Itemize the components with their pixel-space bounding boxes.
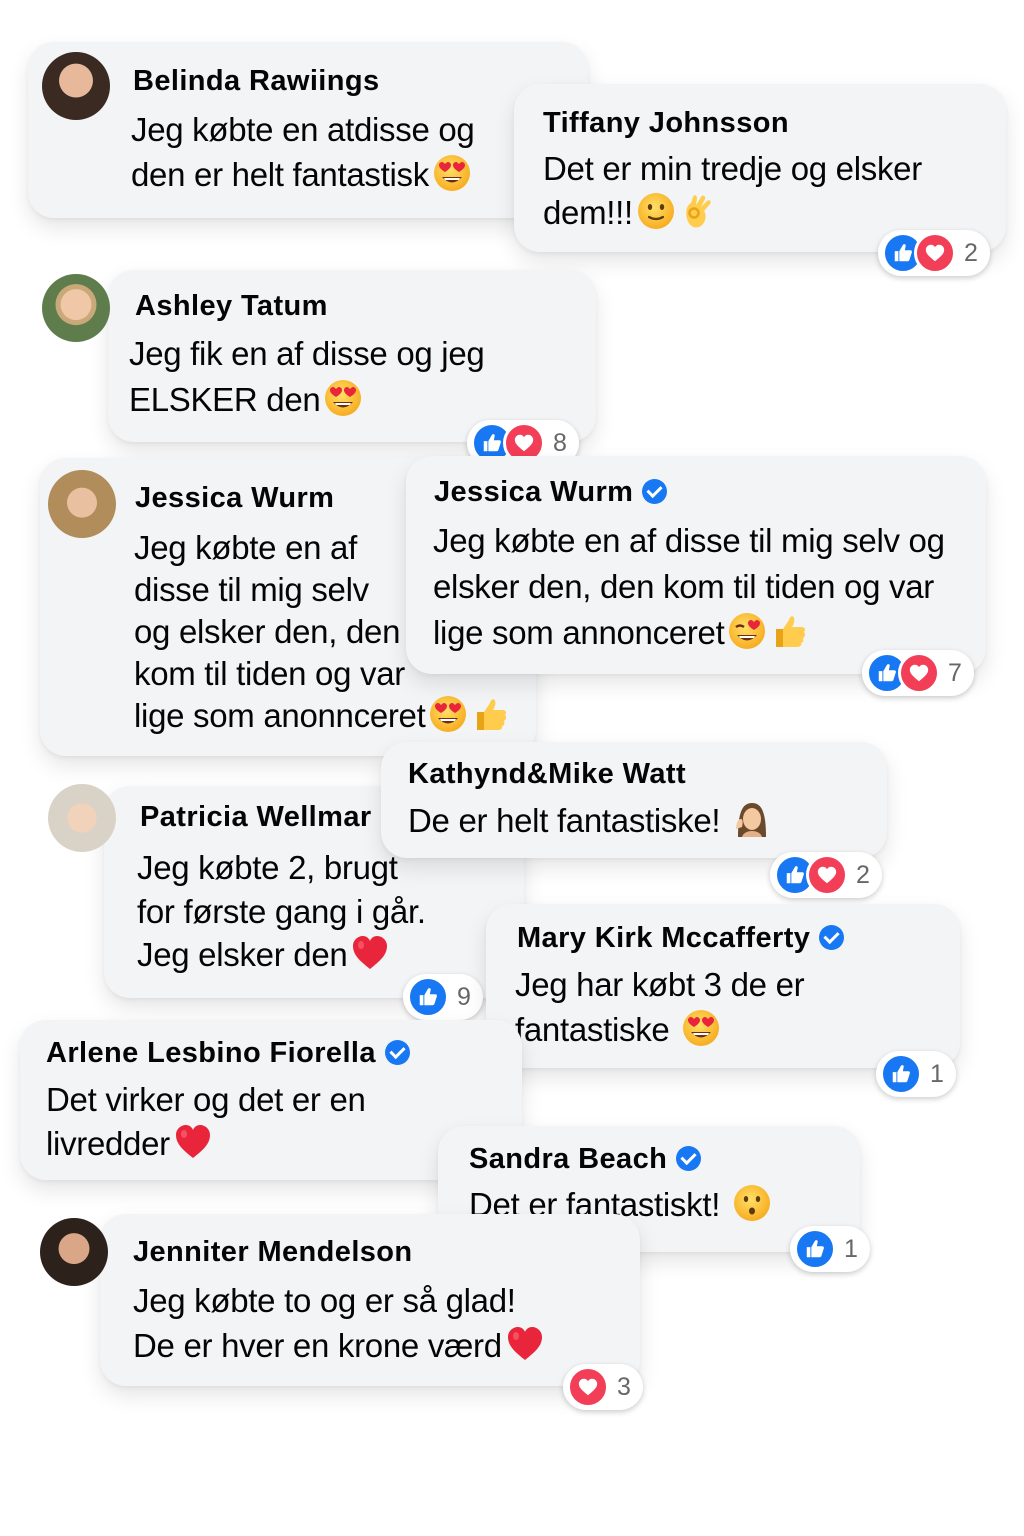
- comment-text-line: Jeg har købt 3 de er: [515, 966, 805, 1003]
- comment-text-line: fantastiske: [515, 1007, 721, 1052]
- comment-text-line: Jeg fik en af disse og jeg: [129, 335, 485, 372]
- reaction-count: 7: [948, 658, 962, 687]
- avatar-jessica[interactable]: [48, 470, 116, 538]
- reaction-count: 1: [844, 1234, 858, 1263]
- winking-heart-eyes-emoji-icon: [727, 611, 767, 651]
- comment-text-line: livredder: [46, 1121, 213, 1166]
- verified-badge-icon: [642, 479, 668, 504]
- red-heart-emoji-icon: [173, 1122, 213, 1162]
- comment-text-line: lige som anonnceret: [134, 693, 511, 738]
- woman-raising-hand-emoji-icon: [732, 799, 772, 839]
- red-heart-emoji-icon: [505, 1324, 545, 1364]
- commenter-name[interactable]: Belinda Rawiings: [133, 64, 380, 98]
- comment-text-line: Jeg købte 2, brugt: [137, 849, 398, 886]
- commenter-name[interactable]: Jessica Wurm: [135, 481, 334, 515]
- reaction-count: 3: [617, 1372, 631, 1401]
- reaction-summary[interactable]: 2: [770, 852, 882, 898]
- comment-text-line: disse til mig selv: [134, 571, 369, 608]
- commenter-name[interactable]: Arlene Lesbino Fiorella: [46, 1036, 410, 1070]
- reaction-summary[interactable]: 7: [862, 650, 974, 696]
- comment-text-line: De er helt fantastiske!: [408, 798, 772, 843]
- comment-text-line: dem!!!: [543, 190, 719, 235]
- red-heart-emoji-icon: [350, 933, 390, 973]
- reaction-summary[interactable]: 1: [876, 1051, 956, 1097]
- reaction-summary[interactable]: 3: [563, 1364, 643, 1410]
- heart-eyes-emoji-icon: [323, 378, 363, 418]
- smiling-face-emoji-icon: [636, 191, 676, 231]
- commenter-name[interactable]: Sandra Beach: [469, 1142, 702, 1176]
- reaction-summary[interactable]: 1: [790, 1226, 870, 1272]
- comment-text-line: Jeg købte to og er så glad!: [133, 1282, 516, 1319]
- thumbs-up-emoji-icon: [471, 694, 511, 734]
- commenter-name[interactable]: Ashley Tatum: [135, 289, 328, 323]
- commenter-name[interactable]: Jessica Wurm: [434, 475, 668, 509]
- comment-text-line: lige som annonceret: [433, 610, 810, 655]
- comment-text-line: Det virker og det er en: [46, 1081, 366, 1118]
- reaction-count: 9: [457, 982, 471, 1011]
- comment-text-line: Jeg elsker den: [137, 932, 390, 977]
- love-reaction-icon: [806, 854, 848, 896]
- like-reaction-icon: [880, 1053, 922, 1095]
- avatar-jenniter[interactable]: [40, 1218, 108, 1286]
- like-reaction-icon: [794, 1228, 836, 1270]
- reaction-count: 2: [856, 860, 870, 889]
- avatar-ashley[interactable]: [42, 274, 110, 342]
- reaction-count: 2: [964, 238, 978, 267]
- verified-badge-icon: [676, 1146, 702, 1171]
- comment-text-line: Jeg købte en af: [134, 529, 357, 566]
- verified-badge-icon: [384, 1040, 410, 1065]
- comment-text-line: elsker den, den kom til tiden og var: [433, 568, 934, 605]
- heart-eyes-emoji-icon: [428, 694, 468, 734]
- like-reaction-icon: [407, 976, 449, 1018]
- love-reaction-icon: [898, 652, 940, 694]
- commenter-name[interactable]: Kathynd&Mike Watt: [408, 757, 686, 791]
- reaction-count: 1: [930, 1059, 944, 1088]
- avatar-patricia[interactable]: [48, 784, 116, 852]
- commenter-name[interactable]: Tiffany Johnsson: [543, 106, 789, 140]
- comment-text-line: kom til tiden og var: [134, 655, 405, 692]
- comment-text-line: Jeg købte en af disse til mig selv og: [433, 522, 945, 559]
- reaction-summary[interactable]: 2: [878, 230, 990, 276]
- commenter-name[interactable]: Jenniter Mendelson: [133, 1235, 413, 1269]
- commenter-name[interactable]: Patricia Wellmar: [140, 800, 372, 834]
- reaction-count: 8: [553, 428, 567, 457]
- comment-text-line: for første gang i går.: [137, 893, 426, 930]
- comment-text-line: og elsker den, den: [134, 613, 401, 650]
- comment-text-line: Jeg købte en atdisse og: [131, 111, 475, 148]
- reaction-summary[interactable]: 9: [403, 974, 483, 1020]
- avatar-belinda[interactable]: [42, 52, 110, 120]
- hushed-face-emoji-icon: [732, 1183, 772, 1223]
- comment-text-line: den er helt fantastisk: [131, 152, 472, 197]
- love-reaction-icon: [914, 232, 956, 274]
- ok-hand-emoji-icon: [679, 191, 719, 231]
- thumbs-up-emoji-icon: [770, 611, 810, 651]
- comment-text-line: ELSKER den: [129, 377, 363, 422]
- heart-eyes-emoji-icon: [432, 153, 472, 193]
- verified-badge-icon: [819, 925, 845, 950]
- comment-text-line: De er hver en krone værd: [133, 1323, 545, 1368]
- comment-text-line: Det er min tredje og elsker: [543, 150, 922, 187]
- love-reaction-icon: [567, 1366, 609, 1408]
- heart-eyes-emoji-icon: [681, 1008, 721, 1048]
- commenter-name[interactable]: Mary Kirk Mccafferty: [517, 921, 845, 955]
